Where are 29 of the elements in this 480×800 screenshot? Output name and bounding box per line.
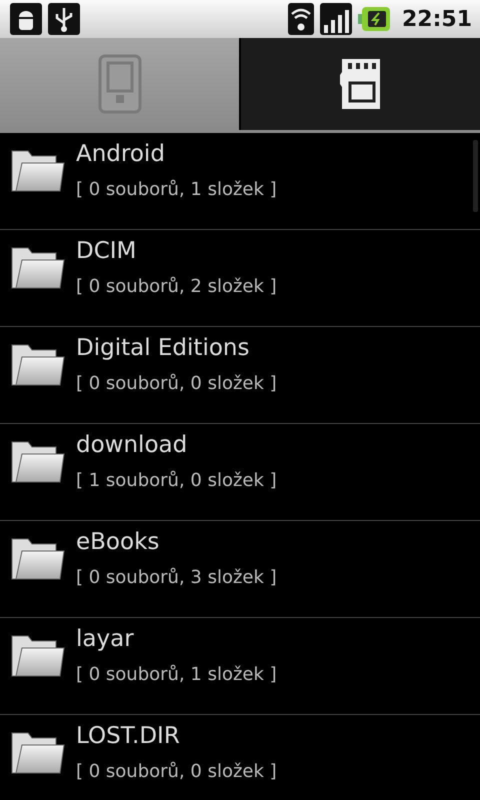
folder-name: download [76,431,188,460]
folder-row[interactable]: DCIM [ 0 souborů, 2 složek ] [0,230,480,327]
folder-name: LOST.DIR [76,722,181,751]
folder-details: [ 0 souborů, 1 složek ] [76,663,277,687]
folder-row[interactable]: download [ 1 souborů, 0 složek ] [0,424,480,521]
phone-icon [98,54,142,114]
sd-card-icon [340,57,382,111]
folder-name: DCIM [76,237,138,266]
folder-row[interactable]: Digital Editions [ 0 souborů, 0 složek ] [0,327,480,424]
folder-name: layar [76,625,135,654]
folder-name: eBooks [76,528,160,557]
signal-icon [320,3,352,35]
folder-details: [ 0 souborů, 2 složek ] [76,275,277,299]
folder-row[interactable]: eBooks [ 0 souborů, 3 složek ] [0,521,480,618]
folder-details: [ 0 souborů, 0 složek ] [76,372,277,396]
folder-name: Android [76,140,166,169]
folder-row[interactable]: LOST.DIR [ 0 souborů, 0 složek ] [0,715,480,800]
folder-details: [ 0 souborů, 0 složek ] [76,760,277,784]
clock-time: 22:51 [402,6,472,32]
folder-details: [ 0 souborů, 3 složek ] [76,566,277,590]
folder-name: Digital Editions [76,334,250,363]
folder-row[interactable]: layar [ 0 souborů, 1 složek ] [0,618,480,715]
folder-details: [ 1 souborů, 0 složek ] [76,469,277,493]
usb-icon [48,3,80,35]
folder-details: [ 0 souborů, 1 složek ] [76,178,277,202]
scrollbar [473,140,478,212]
wifi-icon [288,3,314,35]
battery-icon [358,6,390,32]
sd-card-tab[interactable] [239,38,480,130]
